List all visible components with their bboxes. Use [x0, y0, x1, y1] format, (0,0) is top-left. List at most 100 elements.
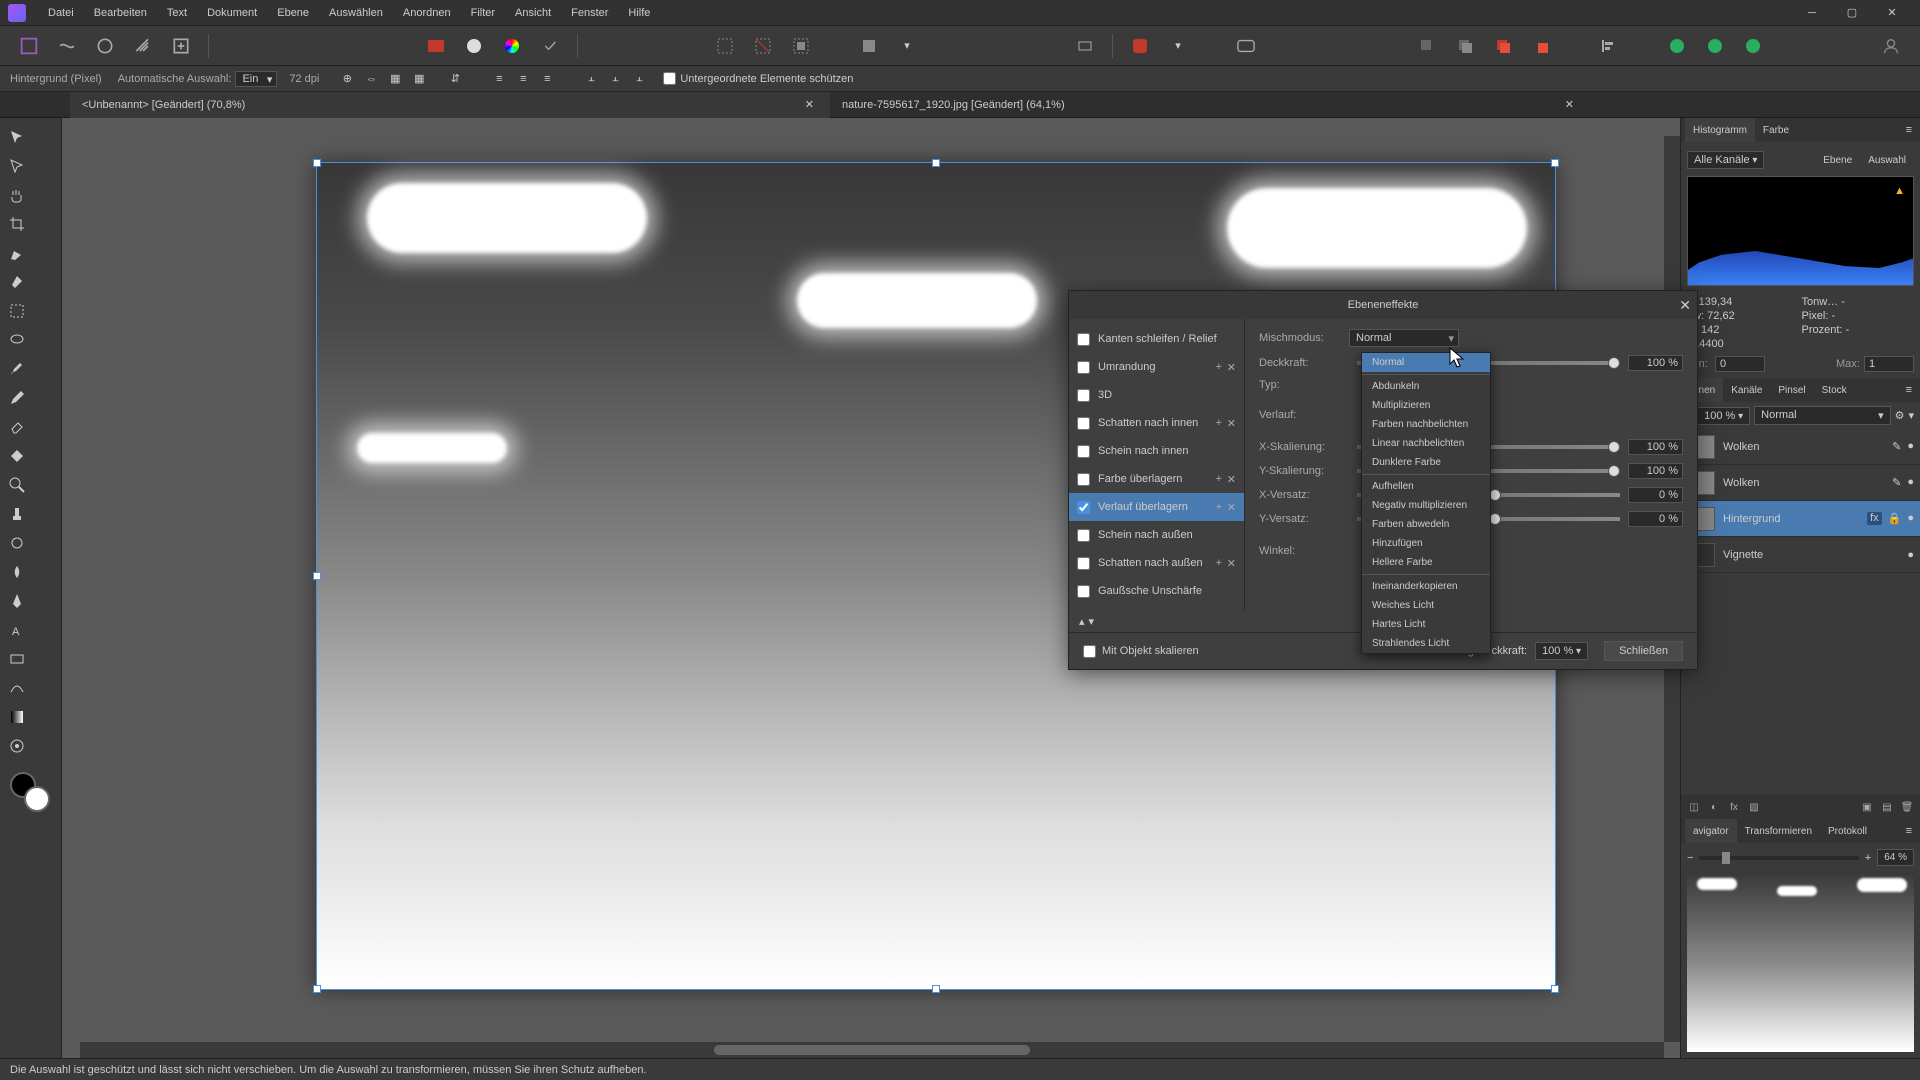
- eraser-tool[interactable]: [3, 413, 30, 440]
- add-icon[interactable]: +: [1216, 473, 1222, 485]
- add-icon[interactable]: +: [1216, 501, 1222, 513]
- persona-liquify-icon[interactable]: [50, 29, 84, 63]
- edit-icon[interactable]: ✎: [1892, 476, 1901, 489]
- fx-item-0[interactable]: Kanten schleifen / Relief: [1069, 325, 1244, 353]
- fx-item-8[interactable]: Schatten nach außen+✕: [1069, 549, 1244, 577]
- fill-opacity-dropdown[interactable]: 100 % ▾: [1535, 642, 1588, 660]
- blend-option[interactable]: Aufhellen: [1362, 477, 1490, 496]
- panel-menu-icon[interactable]: ≡: [1902, 384, 1916, 396]
- deselect-icon[interactable]: [746, 29, 780, 63]
- invert-select-icon[interactable]: [784, 29, 818, 63]
- tab-histogramm[interactable]: Histogramm: [1685, 118, 1755, 142]
- collapse-up-icon[interactable]: ▴: [1079, 615, 1085, 628]
- sync2-icon[interactable]: [1698, 29, 1732, 63]
- scale-with-object-checkbox[interactable]: Mit Objekt skalieren: [1083, 645, 1199, 658]
- fx-checkbox[interactable]: [1077, 529, 1090, 542]
- blend-option[interactable]: Abdunkeln: [1362, 377, 1490, 396]
- maximize-button[interactable]: ▢: [1832, 0, 1872, 26]
- fx-item-1[interactable]: Umrandung+✕: [1069, 353, 1244, 381]
- layer-wolken-1[interactable]: Wolken ✎●: [1681, 429, 1920, 465]
- brush-tool[interactable]: [3, 355, 30, 382]
- menu-datei[interactable]: Datei: [38, 0, 84, 26]
- fx-checkbox[interactable]: [1077, 361, 1090, 374]
- sync3-icon[interactable]: [1736, 29, 1770, 63]
- group-icon[interactable]: ▣: [1858, 798, 1876, 816]
- blend-mode-dropdown[interactable]: Normal: [1349, 329, 1459, 347]
- eyedropper-tool[interactable]: [3, 732, 30, 759]
- selection-brush-tool[interactable]: [3, 239, 30, 266]
- fx-checkbox[interactable]: [1077, 501, 1090, 514]
- layer-vignette[interactable]: Vignette ●: [1681, 537, 1920, 573]
- blend-option[interactable]: Normal: [1362, 353, 1490, 372]
- zoom-value[interactable]: 64 %: [1877, 849, 1914, 866]
- menu-auswaehlen[interactable]: Auswählen: [319, 0, 393, 26]
- preview-icon[interactable]: [1229, 29, 1263, 63]
- horizontal-scrollbar[interactable]: [80, 1042, 1664, 1058]
- close-icon[interactable]: ✕: [1561, 98, 1578, 111]
- visibility-icon[interactable]: ●: [1907, 440, 1914, 453]
- persona-develop-icon[interactable]: [88, 29, 122, 63]
- fill-tool[interactable]: [3, 442, 30, 469]
- menu-ansicht[interactable]: Ansicht: [505, 0, 561, 26]
- crop-tool[interactable]: [3, 210, 30, 237]
- smudge-tool[interactable]: [3, 558, 30, 585]
- fx-icon[interactable]: fx: [1725, 798, 1743, 816]
- fx-checkbox[interactable]: [1077, 417, 1090, 430]
- menu-filter[interactable]: Filter: [461, 0, 505, 26]
- adjust-icon[interactable]: ◐: [1705, 798, 1723, 816]
- panel-menu-icon[interactable]: ≡: [1902, 124, 1916, 136]
- pencil-tool[interactable]: [3, 384, 30, 411]
- zoom-slider[interactable]: [1699, 856, 1858, 860]
- autocolor-icon[interactable]: [533, 29, 567, 63]
- add-layer-icon[interactable]: ▤: [1878, 798, 1896, 816]
- grid2-icon[interactable]: ▦: [408, 68, 430, 90]
- blend-option[interactable]: Hellere Farbe: [1362, 553, 1490, 572]
- arrange-frontone-icon[interactable]: [1524, 29, 1558, 63]
- layer-wolken-2[interactable]: Wolken ✎●: [1681, 465, 1920, 501]
- fx-item-6[interactable]: Verlauf überlagern+✕: [1069, 493, 1244, 521]
- shape-rect-tool[interactable]: [3, 645, 30, 672]
- fx-item-9[interactable]: Gaußsche Unschärfe: [1069, 577, 1244, 605]
- layer-opacity-dropdown[interactable]: 100 % ▾: [1697, 407, 1750, 425]
- blend-option[interactable]: Multiplizieren: [1362, 396, 1490, 415]
- fx-checkbox[interactable]: [1077, 585, 1090, 598]
- remove-icon[interactable]: ✕: [1227, 557, 1236, 570]
- yscale-input[interactable]: [1628, 463, 1683, 479]
- blend-option[interactable]: Weiches Licht: [1362, 596, 1490, 615]
- visibility-icon[interactable]: ●: [1907, 476, 1914, 489]
- yoff-input[interactable]: [1628, 511, 1683, 527]
- tab-kanaele[interactable]: Kanäle: [1723, 378, 1770, 402]
- swatch-white-icon[interactable]: [457, 29, 491, 63]
- add-icon[interactable]: +: [1216, 557, 1222, 569]
- blend-option[interactable]: Strahlendes Licht: [1362, 634, 1490, 653]
- sync1-icon[interactable]: [1660, 29, 1694, 63]
- menu-ebene[interactable]: Ebene: [267, 0, 319, 26]
- visibility-icon[interactable]: ●: [1907, 549, 1914, 561]
- account-icon[interactable]: [1874, 29, 1908, 63]
- snap-icon[interactable]: ⊕: [336, 68, 358, 90]
- panel-menu-icon[interactable]: ≡: [1902, 825, 1916, 837]
- crop-ratio-icon[interactable]: [1068, 29, 1102, 63]
- fx-checkbox[interactable]: [1077, 557, 1090, 570]
- close-button[interactable]: Schließen: [1604, 641, 1683, 661]
- assistant-icon[interactable]: [1123, 29, 1157, 63]
- blend-option[interactable]: Negativ multiplizieren: [1362, 496, 1490, 515]
- auto-select-dropdown[interactable]: Ein ▾: [235, 71, 277, 87]
- fx-checkbox[interactable]: [1077, 445, 1090, 458]
- blend-option[interactable]: Dunklere Farbe: [1362, 453, 1490, 472]
- fx-checkbox[interactable]: [1077, 333, 1090, 346]
- tab-transformieren[interactable]: Transformieren: [1737, 819, 1820, 843]
- blend-option[interactable]: Ineinanderkopieren: [1362, 577, 1490, 596]
- blend-mode-menu[interactable]: NormalAbdunkelnMultiplizierenFarben nach…: [1361, 352, 1491, 654]
- menu-dokument[interactable]: Dokument: [197, 0, 267, 26]
- hand-tool[interactable]: [3, 181, 30, 208]
- arrange-back-icon[interactable]: [1410, 29, 1444, 63]
- fx-item-2[interactable]: 3D: [1069, 381, 1244, 409]
- tab-pinsel[interactable]: Pinsel: [1770, 378, 1813, 402]
- marquee-tool[interactable]: [3, 297, 30, 324]
- dropdown2-icon[interactable]: ▾: [1161, 29, 1195, 63]
- stamp-tool[interactable]: [3, 500, 30, 527]
- delete-layer-icon[interactable]: 🗑: [1898, 798, 1916, 816]
- layer-blend-dropdown[interactable]: Normal ▾: [1754, 406, 1890, 425]
- blend-option[interactable]: Farben abwedeln: [1362, 515, 1490, 534]
